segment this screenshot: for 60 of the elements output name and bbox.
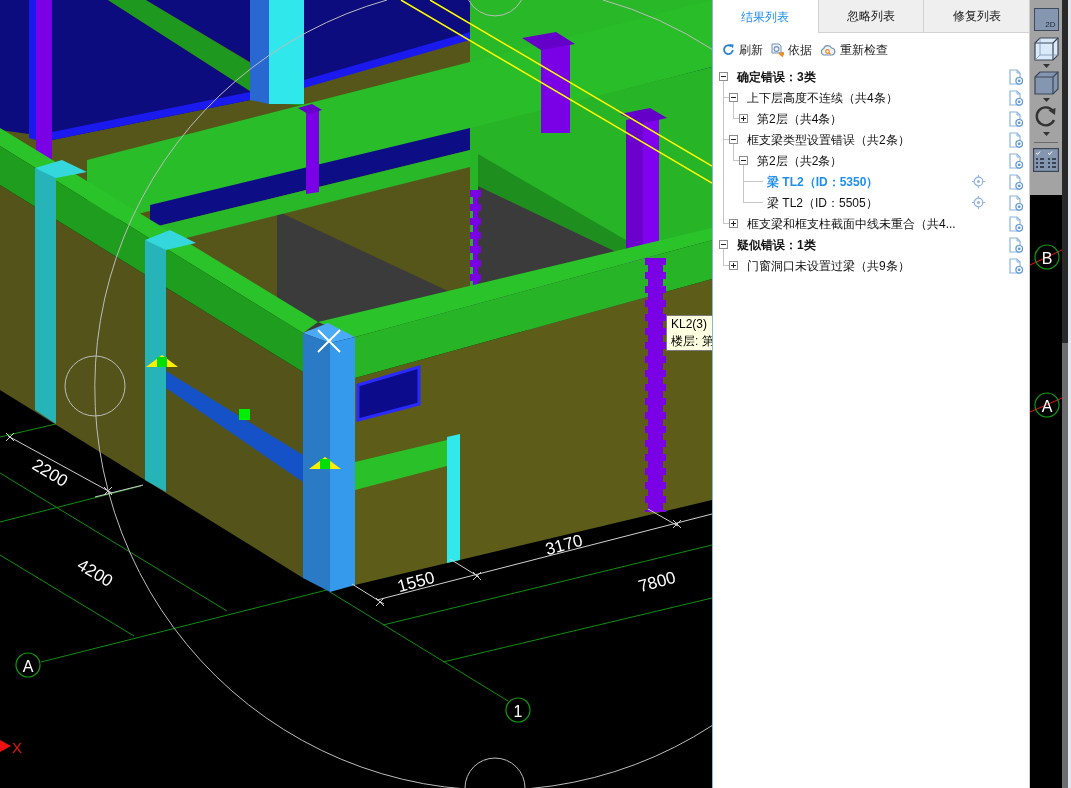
caret-icon[interactable]	[1042, 98, 1050, 102]
document-icon[interactable]	[1009, 110, 1023, 127]
tree-item[interactable]: 第2层（共2条）	[757, 151, 843, 170]
document-icon[interactable]	[1009, 152, 1023, 169]
document-icon[interactable]	[1009, 215, 1023, 232]
tree-item[interactable]: 门窗洞口未设置过梁（共9条）	[747, 256, 910, 275]
recheck-button[interactable]: 重新检查	[820, 40, 888, 59]
collapse-icon[interactable]	[729, 135, 738, 144]
cross-mark-icon	[317, 329, 341, 353]
document-icon[interactable]	[1009, 68, 1023, 85]
checklist-icon[interactable]	[1033, 148, 1059, 172]
grid-bubble: 1	[505, 697, 531, 723]
rotate-icon[interactable]	[1034, 105, 1058, 129]
basis-button[interactable]: 依据	[771, 40, 812, 59]
dimension-label: 1550	[395, 567, 437, 597]
dimension-label: 3170	[543, 530, 585, 560]
expand-icon[interactable]	[739, 114, 748, 123]
dimension-label: 2200	[28, 455, 72, 491]
grid-bubble: A	[15, 652, 41, 678]
orbit-grip[interactable]	[64, 355, 126, 417]
tab[interactable]: 忽略列表	[817, 0, 924, 33]
dimension-label: 4200	[73, 555, 117, 591]
caret-icon[interactable]	[1042, 132, 1050, 136]
collapse-icon[interactable]	[729, 93, 738, 102]
tree-item[interactable]: 上下层高度不连续（共4条）	[747, 88, 898, 107]
tree-item[interactable]: 确定错误：3类	[737, 67, 816, 86]
refresh-icon	[722, 43, 735, 56]
grip-point[interactable]	[239, 409, 250, 420]
refresh-button[interactable]: 刷新	[722, 40, 763, 59]
cube-icon[interactable]	[1033, 37, 1059, 61]
tooltip-text: KL2(3)	[671, 316, 709, 333]
x-axis-indicator: X	[0, 738, 22, 756]
magnifier-document-icon	[771, 42, 784, 57]
cloud-icon	[820, 43, 836, 56]
collapse-icon[interactable]	[739, 156, 748, 165]
expand-icon[interactable]	[729, 261, 738, 270]
orbit-grip[interactable]	[468, 0, 522, 17]
tree-item[interactable]: 疑似错误：1类	[737, 235, 816, 254]
document-icon[interactable]	[1009, 194, 1023, 211]
tab[interactable]: 修复列表	[923, 0, 1029, 33]
expand-icon[interactable]	[729, 219, 738, 228]
tree-item[interactable]: 框支梁类型设置错误（共2条）	[747, 130, 910, 149]
document-icon[interactable]	[1009, 257, 1023, 274]
tree-item[interactable]: 框支梁和框支柱截面中线未重合（共4...	[747, 214, 956, 233]
caret-icon[interactable]	[1042, 64, 1050, 68]
orbit-grip[interactable]	[464, 757, 526, 788]
document-icon[interactable]	[1009, 131, 1023, 148]
document-icon[interactable]	[1009, 173, 1023, 190]
document-icon[interactable]	[1009, 236, 1023, 253]
window	[356, 365, 421, 422]
grip-handle[interactable]	[309, 457, 341, 469]
document-icon[interactable]	[1009, 89, 1023, 106]
tree-item[interactable]: 梁 TL2（ID：5505）	[767, 193, 878, 212]
collapse-icon[interactable]	[719, 72, 728, 81]
view-2d-button[interactable]: 2D	[1033, 8, 1059, 31]
cube-icon[interactable]	[1033, 71, 1059, 95]
tree-item[interactable]: 第2层（共4条）	[757, 109, 843, 128]
collapse-icon[interactable]	[719, 240, 728, 249]
grip-handle[interactable]	[146, 355, 178, 367]
dimension-label: 7800	[636, 567, 678, 597]
